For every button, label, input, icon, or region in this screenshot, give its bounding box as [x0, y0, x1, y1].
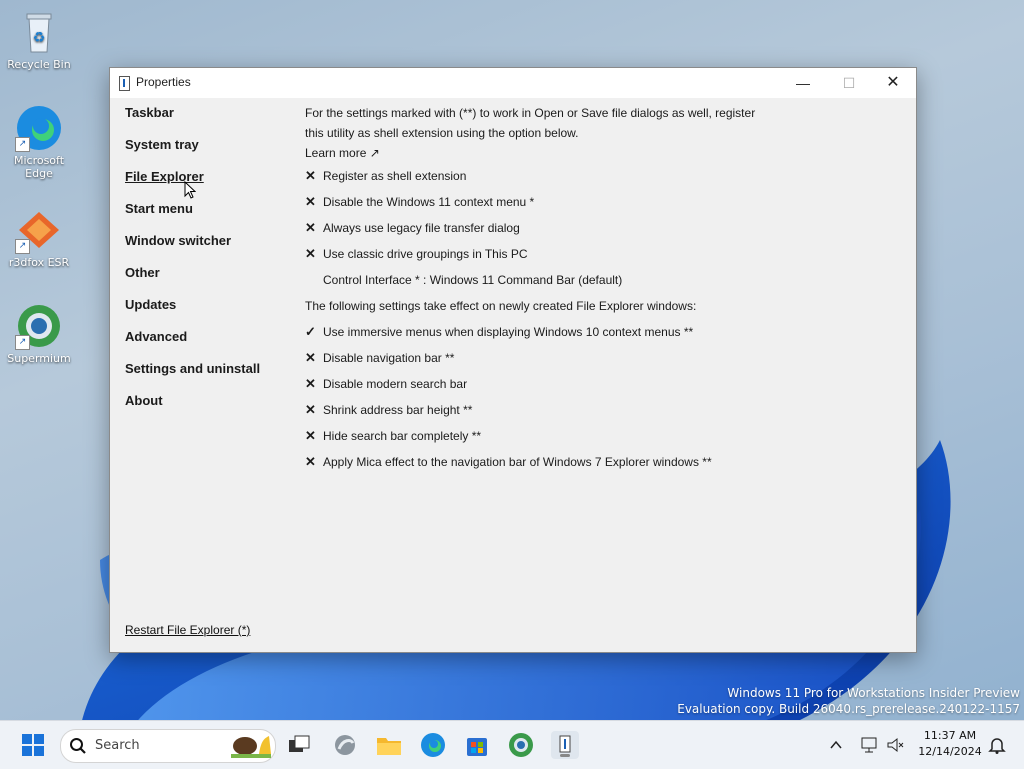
- option-classic-drive-groupings[interactable]: ✕ Use classic drive groupings in This PC: [305, 241, 895, 267]
- supermium-taskbar-icon[interactable]: [507, 731, 535, 759]
- intro-text-line-2: this utility as shell extension using th…: [305, 126, 579, 140]
- title-bar[interactable]: Properties — ☐ ✕: [110, 68, 916, 98]
- option-legacy-file-transfer-dialog[interactable]: ✕ Always use legacy file transfer dialog: [305, 215, 895, 241]
- nav-item-window-switcher[interactable]: Window switcher: [125, 232, 260, 264]
- option-label: Use classic drive groupings in This PC: [323, 247, 528, 261]
- option-label: Register as shell extension: [323, 169, 467, 183]
- desktop-icon-r3dfox[interactable]: ↗ r3dfox ESR: [3, 206, 75, 269]
- search-highlight-image: [231, 736, 271, 758]
- maximize-button[interactable]: ☐: [826, 68, 872, 98]
- option-register-shell-extension[interactable]: ✕ Register as shell extension: [305, 163, 895, 189]
- shortcut-arrow-icon: ↗: [15, 137, 30, 152]
- option-label: Hide search bar completely **: [323, 429, 482, 443]
- settings-panel: For the settings marked with (**) to wor…: [305, 103, 895, 475]
- option-immersive-menus[interactable]: ✓ Use immersive menus when displaying Wi…: [305, 319, 895, 345]
- search-icon: [70, 738, 86, 754]
- watermark-line-2: Evaluation copy. Build 26040.rs_prerelea…: [677, 702, 1020, 716]
- nav-item-settings-and-uninstall[interactable]: Settings and uninstall: [125, 360, 260, 392]
- nav-item-system-tray[interactable]: System tray: [125, 136, 260, 168]
- app-icon: [119, 76, 130, 91]
- shortcut-arrow-icon: ↗: [15, 335, 30, 350]
- chevron-up-icon[interactable]: [828, 737, 844, 753]
- running-indicator: [560, 754, 570, 757]
- option-mica-navigation-bar[interactable]: ✕ Apply Mica effect to the navigation ba…: [305, 449, 895, 475]
- unchecked-x-icon: ✕: [305, 454, 316, 469]
- control-interface-selector[interactable]: Control Interface * : Windows 11 Command…: [305, 267, 895, 293]
- unchecked-x-icon: ✕: [305, 246, 316, 261]
- network-icon[interactable]: [859, 735, 879, 755]
- watermark-line-1: Windows 11 Pro for Workstations Insider …: [727, 686, 1020, 700]
- option-label: Shrink address bar height **: [323, 403, 473, 417]
- unchecked-x-icon: ✕: [305, 350, 316, 365]
- mouse-cursor-icon: [184, 181, 196, 199]
- evaluation-watermark: Windows 11 Pro for Workstations Insider …: [677, 685, 1020, 717]
- unchecked-x-icon: ✕: [305, 428, 316, 443]
- nav-item-about[interactable]: About: [125, 392, 260, 424]
- option-disable-modern-search-bar[interactable]: ✕ Disable modern search bar: [305, 371, 895, 397]
- desktop-icon-label: r3dfox ESR: [8, 256, 70, 269]
- microsoft-store-icon[interactable]: [463, 731, 491, 759]
- close-button[interactable]: ✕: [870, 68, 916, 98]
- clock-date: 12/14/2024: [918, 745, 982, 758]
- nav-item-other[interactable]: Other: [125, 264, 260, 296]
- nav-item-start-menu[interactable]: Start menu: [125, 200, 260, 232]
- checkmark-icon: ✓: [305, 324, 316, 339]
- desktop-icon-label: Recycle Bin: [7, 58, 71, 71]
- learn-more-link[interactable]: Learn more ↗: [305, 143, 895, 163]
- unchecked-x-icon: ✕: [305, 194, 316, 209]
- intro-text-line-1: For the settings marked with (**) to wor…: [305, 106, 756, 120]
- edge-icon: ↗: [15, 104, 63, 152]
- nav-item-taskbar[interactable]: Taskbar: [125, 104, 260, 136]
- desktop-icon-label: Microsoft Edge: [13, 154, 65, 180]
- unchecked-x-icon: ✕: [305, 168, 316, 183]
- notification-bell-icon[interactable]: [987, 735, 1007, 755]
- option-label: Apply Mica effect to the navigation bar …: [323, 455, 712, 469]
- unchecked-x-icon: ✕: [305, 376, 316, 391]
- svg-text:♻: ♻: [33, 30, 46, 46]
- edge-taskbar-icon[interactable]: [419, 731, 447, 759]
- properties-window: Properties — ☐ ✕ Taskbar System tray Fil…: [109, 67, 917, 653]
- desktop-icon-label: Supermium: [7, 352, 71, 365]
- sidebar-nav: Taskbar System tray File Explorer Start …: [125, 104, 260, 424]
- desktop-icon-supermium[interactable]: ↗ Supermium: [3, 302, 75, 365]
- nav-item-updates[interactable]: Updates: [125, 296, 260, 328]
- shortcut-arrow-icon: ↗: [15, 239, 30, 254]
- speaker-muted-icon[interactable]: [885, 735, 905, 755]
- recycle-bin-icon: ♻: [15, 8, 63, 56]
- widgets-icon[interactable]: [331, 731, 359, 759]
- task-view-icon[interactable]: [285, 731, 313, 759]
- option-label: Disable modern search bar: [323, 377, 468, 391]
- section-note: The following settings take effect on ne…: [305, 299, 697, 313]
- unchecked-x-icon: ✕: [305, 402, 316, 417]
- taskbar-search-box[interactable]: Search: [60, 729, 276, 763]
- desktop-icon-recycle-bin[interactable]: ♻ Recycle Bin: [3, 8, 75, 71]
- option-label: Disable the Windows 11 context menu *: [323, 195, 535, 209]
- minimize-button[interactable]: —: [780, 68, 826, 98]
- nav-item-advanced[interactable]: Advanced: [125, 328, 260, 360]
- option-label: Disable navigation bar **: [323, 351, 455, 365]
- properties-taskbar-button[interactable]: [551, 731, 579, 759]
- clock[interactable]: 11:37 AM 12/14/2024: [910, 728, 990, 760]
- option-label: Always use legacy file transfer dialog: [323, 221, 520, 235]
- r3dfox-icon: ↗: [15, 206, 63, 254]
- desktop-icon-microsoft-edge[interactable]: ↗ Microsoft Edge: [3, 104, 75, 180]
- file-explorer-taskbar-icon[interactable]: [375, 731, 403, 759]
- option-label: Use immersive menus when displaying Wind…: [323, 325, 694, 339]
- start-button[interactable]: [19, 731, 47, 759]
- restart-file-explorer-link[interactable]: Restart File Explorer (*): [125, 623, 250, 637]
- search-placeholder: Search: [95, 738, 140, 753]
- option-hide-search-bar[interactable]: ✕ Hide search bar completely **: [305, 423, 895, 449]
- option-disable-win11-context-menu[interactable]: ✕ Disable the Windows 11 context menu *: [305, 189, 895, 215]
- supermium-icon: ↗: [15, 302, 63, 350]
- taskbar: Search 11:37 AM 12/14/2024: [0, 720, 1024, 769]
- clock-time: 11:37 AM: [923, 729, 977, 742]
- option-shrink-address-bar[interactable]: ✕ Shrink address bar height **: [305, 397, 895, 423]
- option-disable-navigation-bar[interactable]: ✕ Disable navigation bar **: [305, 345, 895, 371]
- unchecked-x-icon: ✕: [305, 220, 316, 235]
- window-title: Properties: [136, 75, 191, 89]
